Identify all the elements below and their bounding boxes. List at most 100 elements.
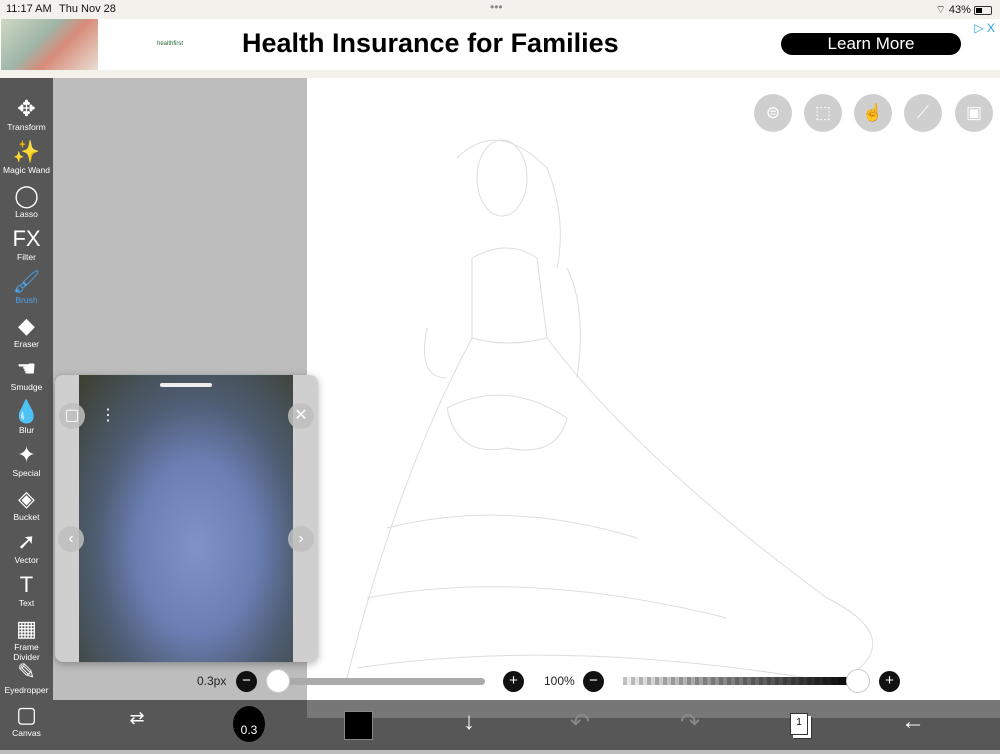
tool-sidebar: ✥ Transform ✨ Magic Wand ◯ Lasso FX Filter 🖌 Brus… [0, 78, 53, 750]
special-icon: ✦ [17, 442, 36, 468]
opacity-knob[interactable] [846, 669, 870, 693]
redo-icon: ↷ [679, 709, 701, 736]
selection-button[interactable]: ⬚ [804, 94, 842, 132]
hand-icon: ☝ [862, 103, 884, 122]
magic-wand-icon: ✨ [12, 139, 41, 165]
tool-brush[interactable]: 🖌 Brush [0, 269, 53, 305]
tool-eyedropper[interactable]: ✎ Eyedropper [0, 659, 53, 695]
tool-label: Canvas [12, 728, 41, 739]
tool-label: Blur [18, 425, 35, 436]
transform-icon: ✥ [17, 96, 36, 121]
download-button[interactable]: ↓ [451, 708, 487, 736]
chevron-left-icon: ‹ [68, 530, 74, 547]
color-swatch-button[interactable] [344, 711, 373, 740]
tool-vector[interactable]: ➚ Vector [0, 529, 53, 565]
tool-label: Smudge [10, 381, 43, 392]
reference-image-button[interactable]: ▣ [955, 94, 993, 132]
canvas-icon: ▢ [16, 702, 37, 728]
tool-magic-wand[interactable]: ✨ Magic Wand [0, 139, 53, 175]
drawing-canvas[interactable] [307, 78, 1000, 700]
tool-label: Brush [15, 295, 38, 306]
tool-canvas[interactable]: ▢ Canvas [0, 702, 53, 738]
fullscreen-button[interactable]: ▢ [59, 403, 85, 429]
tool-smudge[interactable]: ☚ Smudge [0, 356, 53, 392]
ruler-button[interactable]: ⟋ [904, 94, 942, 132]
tool-label: Bucket [13, 511, 40, 522]
filter-icon: FX [12, 225, 41, 251]
text-icon: T [19, 572, 34, 598]
redo-button[interactable]: ↷ [672, 708, 708, 737]
tool-text[interactable]: T Text [0, 572, 53, 608]
tool-label: Transform [7, 122, 46, 132]
tool-label: Vector [14, 555, 39, 565]
opacity-slider[interactable] [623, 677, 858, 685]
brush-size-indicator: 0.3 [240, 723, 258, 737]
size-increase-button[interactable]: + [503, 671, 524, 692]
opacity-label: 100% [544, 674, 575, 688]
brush-size-label: 0.3px [197, 674, 227, 688]
tool-eraser[interactable]: ◆ Eraser [0, 313, 53, 349]
close-reference-button[interactable]: ✕ [288, 403, 314, 429]
undo-button[interactable]: ↶ [562, 708, 598, 737]
date: Thu Nov 28 [59, 3, 116, 15]
tool-bucket[interactable]: ◈ Bucket [0, 486, 53, 522]
tool-label: Filter [17, 251, 36, 262]
opacity-increase-button[interactable]: + [879, 671, 900, 692]
more-vertical-icon: ⋮ [100, 407, 116, 424]
tool-blur[interactable]: 💧 Blur [0, 399, 53, 435]
bucket-icon: ◈ [18, 485, 35, 511]
brush-size-knob[interactable] [266, 669, 290, 693]
selection-icon: ⬚ [814, 103, 832, 122]
multitask-dots[interactable]: ••• [490, 0, 503, 14]
frame-divider-icon: ▦ [16, 615, 37, 641]
layers-button[interactable]: 1 [790, 713, 808, 735]
brush-preview-button[interactable]: 0.3 [233, 706, 265, 742]
adchoices-icon[interactable]: ▷ X [974, 21, 995, 35]
ad-banner[interactable]: healthfirst Health Insurance for Familie… [0, 18, 1000, 78]
tool-lasso[interactable]: ◯ Lasso [0, 183, 53, 219]
battery-status: ⌔ 43% [935, 3, 992, 17]
tool-transform[interactable]: ✥ Transform [0, 96, 53, 132]
ad-headline[interactable]: Health Insurance for Families [242, 28, 619, 59]
tool-frame-divider[interactable]: ▦ Frame Divider [0, 616, 53, 662]
drag-handle[interactable] [160, 383, 212, 387]
more-options-button[interactable]: ⋮ [95, 403, 121, 429]
brush-sliders: 0.3px − + 100% − + [53, 665, 1000, 700]
tool-label: Eyedropper [4, 684, 49, 695]
close-icon: ✕ [294, 407, 308, 424]
swap-icon: ⇄ [129, 708, 145, 728]
ruler-icon: ⟋ [917, 103, 929, 122]
arrow-down-icon: ↓ [463, 708, 475, 735]
touch-gesture-button[interactable]: ☝ [854, 94, 892, 132]
size-decrease-button[interactable]: − [236, 671, 257, 692]
lasso-icon: ◯ [14, 182, 39, 208]
layer-count: 1 [796, 717, 802, 728]
eyedropper-icon: ✎ [17, 658, 36, 684]
tool-label: Lasso [15, 208, 38, 219]
arrow-left-icon: ← [901, 708, 925, 735]
reference-window[interactable]: ▢ ⋮ ✕ ‹ › [55, 375, 318, 662]
tool-special[interactable]: ✦ Special [0, 442, 53, 478]
smudge-icon: ☚ [16, 355, 37, 381]
sketch-drawing [346, 139, 874, 679]
bottom-toolbar: ⇄ 0.3 ↓ ↶ ↷ 1 ← [53, 700, 1000, 750]
tool-filter[interactable]: FX Filter [0, 226, 53, 262]
next-image-button[interactable]: › [288, 526, 314, 552]
status-bar: 11:17 AM Thu Nov 28 ••• ⌔ 43% [0, 0, 1000, 18]
chevron-right-icon: › [298, 530, 304, 547]
opacity-decrease-button[interactable]: − [583, 671, 604, 692]
undo-icon: ↶ [569, 709, 591, 736]
vector-icon: ➚ [17, 529, 36, 554]
brush-size-slider[interactable] [275, 678, 485, 685]
toggle-settings-button[interactable]: ⊜ [754, 94, 792, 132]
previous-image-button[interactable]: ‹ [58, 526, 84, 552]
time: 11:17 AM [6, 3, 52, 15]
square-icon: ▢ [64, 407, 80, 424]
back-button[interactable]: ← [895, 708, 931, 736]
tool-label: Special [12, 468, 41, 479]
ad-image[interactable] [1, 19, 98, 70]
tool-label: Text [18, 598, 35, 609]
wifi-icon: ⌔ [935, 4, 946, 16]
learn-more-button[interactable]: Learn More [781, 33, 961, 55]
swap-brush-eraser-button[interactable]: ⇄ [119, 708, 155, 729]
